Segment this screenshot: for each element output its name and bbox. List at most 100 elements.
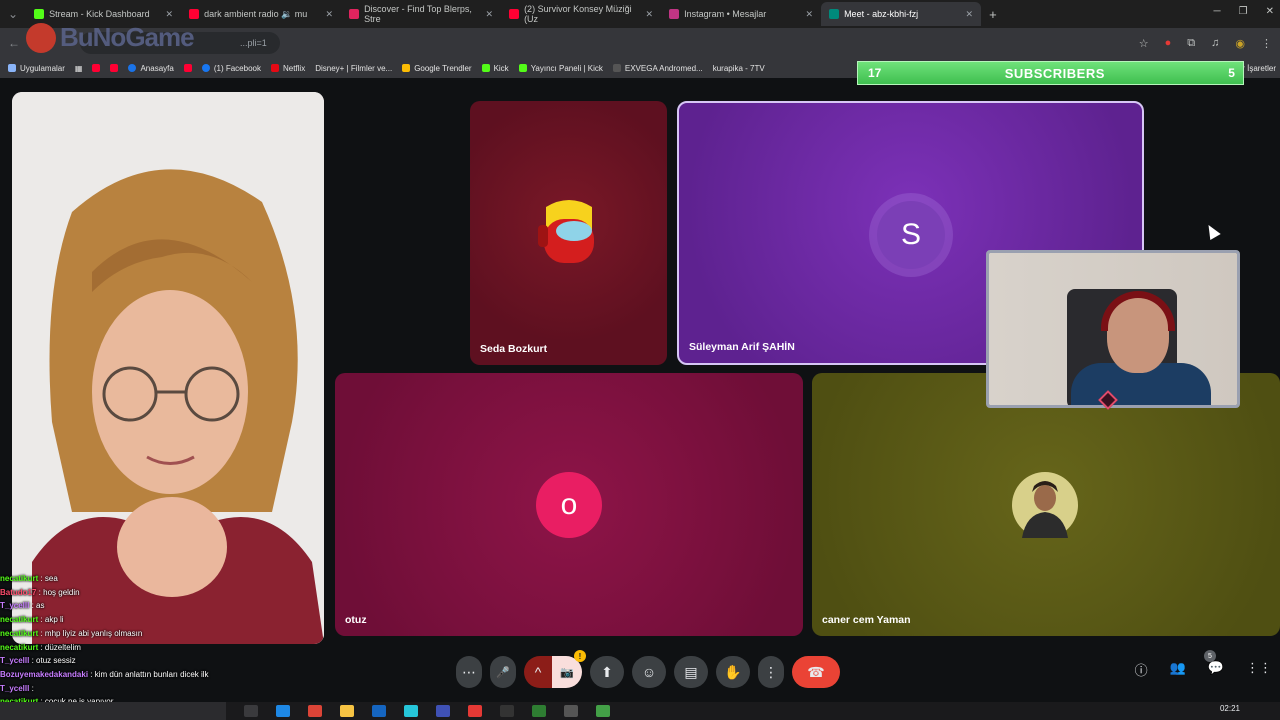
close-icon[interactable]: ✕: [166, 9, 174, 20]
tab-title: Stream - Kick Dashboard: [49, 9, 150, 19]
chat-message: T_ycelll : as: [0, 599, 232, 613]
present-screen-button[interactable]: ⬆: [590, 656, 624, 688]
instagram-icon: [669, 9, 680, 19]
people-icon[interactable]: 👥: [1170, 660, 1186, 679]
menu-icon[interactable]: ⋮: [1261, 37, 1272, 50]
more-icon: ⋯: [462, 663, 476, 680]
captions-button[interactable]: ▤: [674, 656, 708, 688]
activities-icon[interactable]: ⋮⋮: [1246, 660, 1272, 679]
info-icon[interactable]: ⓘ: [1135, 660, 1148, 679]
opera-icon[interactable]: [468, 705, 482, 717]
chat-text: : akp li: [38, 615, 64, 625]
camera-off-button[interactable]: 📷 !: [552, 650, 586, 688]
tab-survivor[interactable]: (2) Survivor Konsey Müziği (Uz ✕: [501, 2, 661, 26]
present-icon: ⬆: [601, 663, 613, 680]
explorer-icon[interactable]: [340, 705, 354, 717]
avatar: o: [536, 472, 602, 538]
close-icon[interactable]: ✕: [326, 9, 334, 20]
edge-icon[interactable]: [276, 705, 290, 717]
app-icon[interactable]: [436, 705, 450, 717]
all-bookmarks[interactable]: r İşaretler: [1242, 58, 1280, 78]
new-tab-icon[interactable]: +: [981, 7, 1005, 22]
chrome-icon[interactable]: [308, 705, 322, 717]
participant-name: otuz: [345, 614, 367, 626]
blerp-icon: [349, 9, 360, 19]
taskbar-clock: 02:21: [1219, 704, 1240, 713]
bookmark-star-icon[interactable]: ☆: [1139, 37, 1149, 50]
bookmark-anasayfa[interactable]: Anasayfa: [128, 63, 174, 73]
taskbar-search[interactable]: [0, 702, 226, 720]
bookmark-netflix[interactable]: Netflix: [270, 64, 305, 73]
url-text: ...pli=1: [240, 38, 267, 48]
camera-off-icon: 📷: [560, 666, 574, 679]
chat-message: necatikurt : sea: [0, 572, 232, 586]
bookmark-disney[interactable]: Disney+ | Filmler ve...: [315, 64, 392, 73]
bookmark-label: Uygulamalar: [20, 63, 65, 73]
screen: ⌄ Stream - Kick Dashboard ✕ dark ambient…: [0, 0, 1280, 720]
chat-icon[interactable]: 💬: [1208, 660, 1224, 679]
back-icon[interactable]: ←: [8, 36, 20, 50]
subscribers-current: 17: [868, 66, 882, 80]
bookmark-kick[interactable]: Kick: [481, 63, 509, 73]
app-icon[interactable]: [564, 705, 578, 717]
extension-red-icon[interactable]: ●: [1165, 37, 1172, 49]
excel-icon[interactable]: [532, 705, 546, 717]
bookmark-label: Kick: [493, 63, 509, 73]
profile-avatar-icon[interactable]: ◉: [1235, 37, 1245, 50]
participant-tile-caner[interactable]: caner cem Yaman: [812, 373, 1280, 636]
bookmark-apps[interactable]: Uygulamalar: [8, 64, 65, 73]
youtube-icon: [189, 9, 200, 19]
close-icon[interactable]: ✕: [646, 9, 654, 20]
tab-instagram[interactable]: Instagram • Mesajlar ✕: [661, 2, 821, 26]
microphone-icon: 🎤: [496, 666, 510, 679]
leave-call-button[interactable]: ☎: [792, 656, 840, 688]
streamer-facecam: [986, 250, 1240, 408]
task-view-icon[interactable]: [244, 705, 258, 717]
bookmark-7tv[interactable]: kurapika - 7TV: [713, 64, 765, 73]
app-icon[interactable]: [596, 705, 610, 717]
tab-blerp[interactable]: Discover - Find Top Blerps, Stre ✕: [341, 2, 501, 26]
bookmark-google-trends[interactable]: Google Trendler: [402, 63, 472, 73]
chat-username: Bozuyemakedakandaki: [0, 669, 89, 679]
media-icon[interactable]: ♫: [1211, 37, 1219, 49]
bookmark-youtube-2[interactable]: [110, 64, 119, 72]
app-icon[interactable]: [404, 705, 418, 717]
maximize-icon[interactable]: ❐: [1239, 6, 1248, 17]
subscribers-label: SUBSCRIBERS: [1004, 65, 1105, 81]
apps-grid-icon: [8, 64, 16, 72]
raise-hand-button[interactable]: ✋: [716, 656, 750, 688]
extensions-icon[interactable]: ⧉: [1187, 37, 1195, 50]
bookmark-label: Google Trendler: [414, 63, 472, 73]
youtube-icon: [509, 9, 520, 19]
chat-text: : otuz sessiz: [29, 656, 76, 666]
more-options-button[interactable]: ⋮: [758, 656, 784, 688]
camera-options-button[interactable]: ^: [524, 656, 552, 688]
microphone-button[interactable]: 🎤: [490, 656, 516, 688]
store-icon[interactable]: [372, 705, 386, 717]
reactions-button[interactable]: ☺: [632, 656, 666, 688]
bookmark-facebook[interactable]: (1) Facebook: [201, 64, 261, 73]
close-icon[interactable]: ✕: [486, 9, 494, 20]
bookmark-youtube-1[interactable]: [92, 64, 101, 72]
bookmark-youtube-3[interactable]: [183, 64, 192, 72]
close-icon[interactable]: ✕: [806, 9, 814, 20]
minimize-icon[interactable]: ─: [1214, 6, 1221, 17]
tab-meet[interactable]: Meet - abz-kbhi-fzj ✕: [821, 2, 982, 26]
bookmark-kick-panel[interactable]: Yayıncı Paneli | Kick: [518, 64, 603, 73]
obs-icon[interactable]: [500, 705, 514, 717]
bookmark-exvega[interactable]: EXVEGA Andromed...: [612, 64, 703, 73]
subscribers-goal-bar: 17 SUBSCRIBERS 5: [857, 61, 1244, 85]
self-camera-tile: [12, 92, 324, 644]
bookmark-grid[interactable]: ▦: [75, 64, 83, 73]
chat-text: : mhp liyiz abi yanlış olmasın: [38, 628, 143, 638]
webcam-person-image: [12, 92, 324, 644]
bookmark-label: Anasayfa: [140, 63, 174, 73]
close-icon[interactable]: ✕: [966, 9, 974, 20]
participant-tile-otuz[interactable]: o otuz: [335, 373, 803, 636]
close-window-icon[interactable]: ✕: [1266, 6, 1274, 17]
tab-ambient-radio[interactable]: dark ambient radio 🔉 mu ✕: [181, 2, 341, 26]
more-actions-button[interactable]: ⋯: [456, 656, 482, 688]
participant-tile-seda[interactable]: Seda Bozkurt: [470, 101, 667, 365]
bookmark-label: Disney+ | Filmler ve...: [315, 63, 393, 73]
tab-search-icon[interactable]: ⌄: [0, 7, 26, 21]
